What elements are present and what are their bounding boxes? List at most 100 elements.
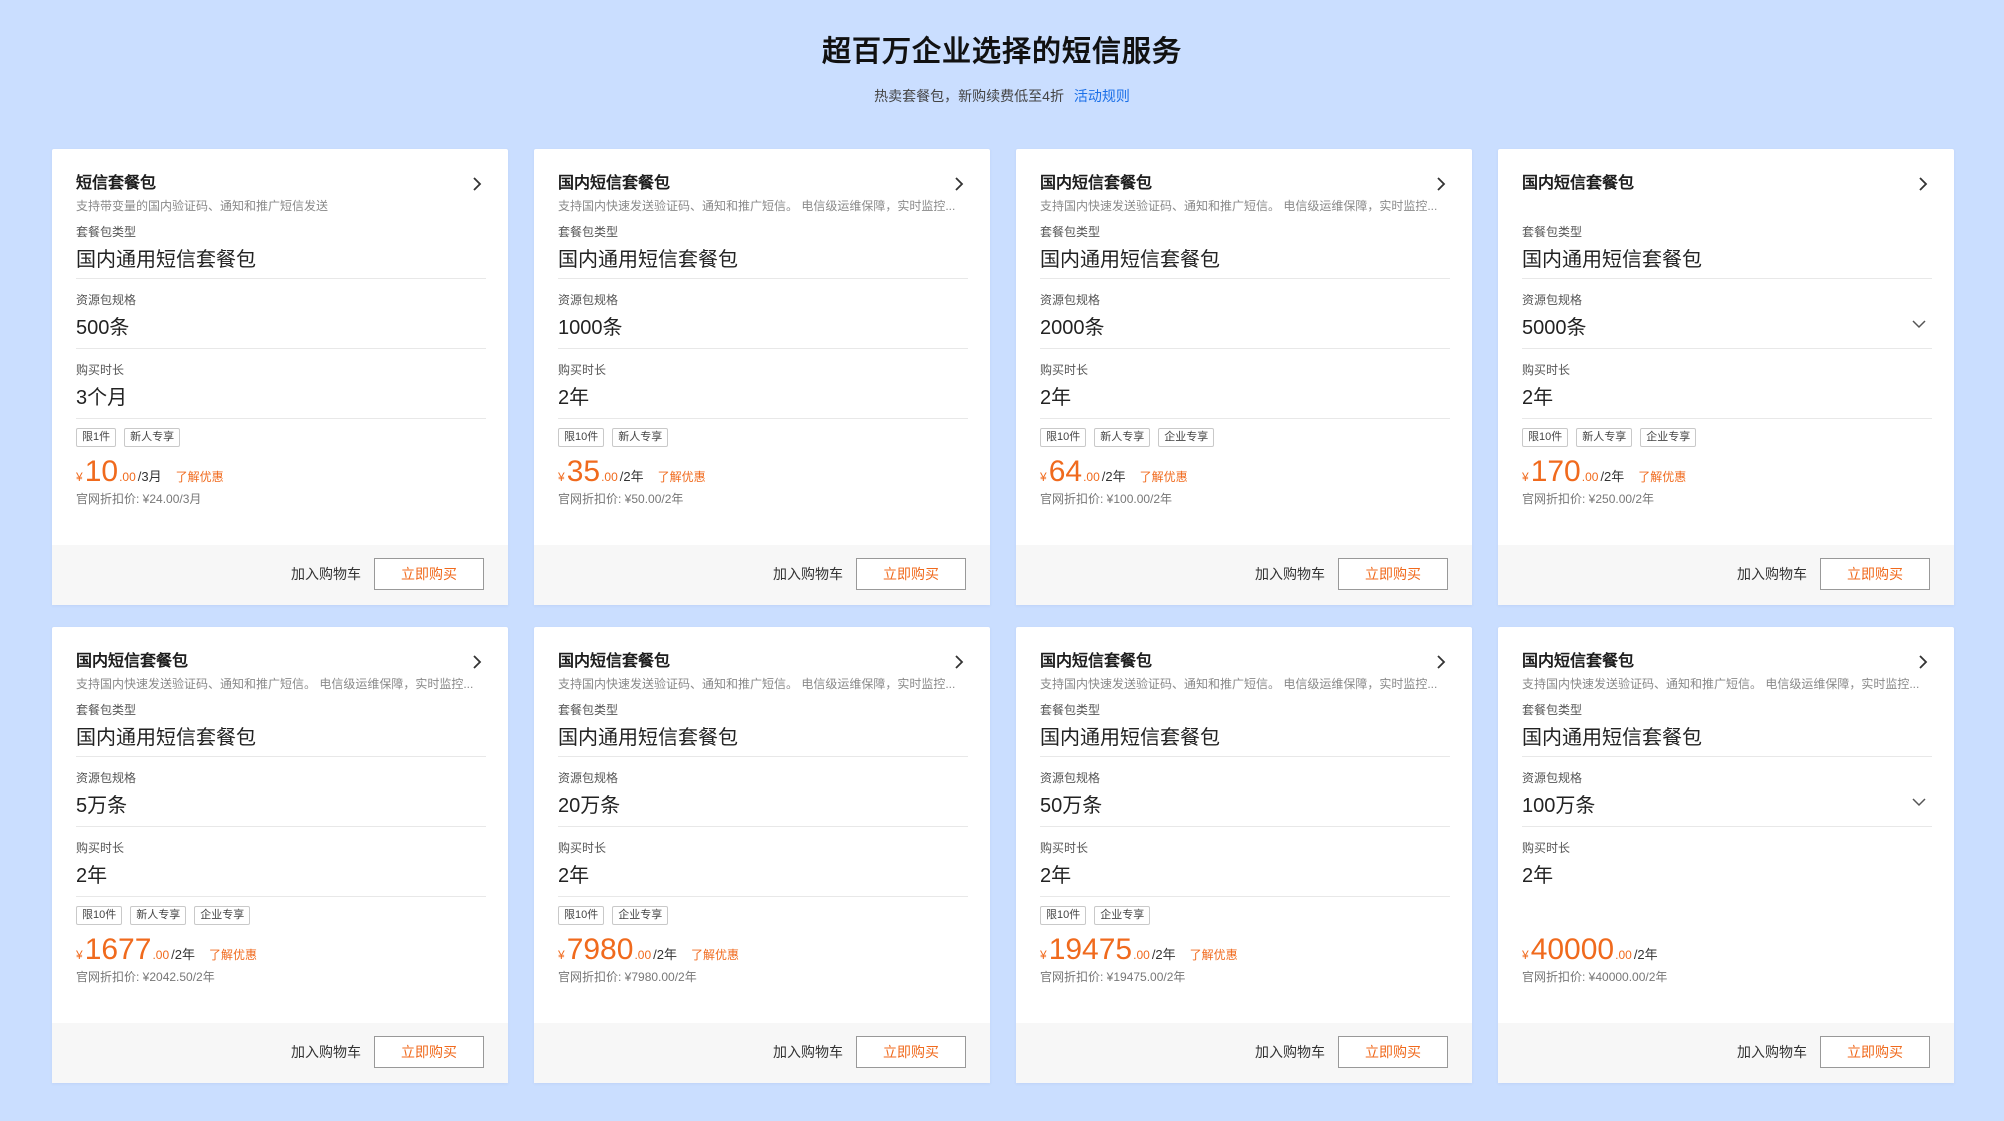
price-integer: 64 [1048,455,1083,488]
package-type-field: 套餐包类型 国内通用短信套餐包 [76,223,486,279]
package-card: 国内短信套餐包 套餐包类型 国内通用短信套餐包 资源包规格 5000条 购买时长 2年 限10… [1498,149,1954,605]
currency-symbol: ¥ [1040,470,1047,484]
chevron-right-icon[interactable] [1914,175,1932,193]
learn-discount-link[interactable]: 了解优惠 [1140,468,1188,485]
card-title: 国内短信套餐包 [1522,653,1635,670]
chevron-right-icon[interactable] [950,175,968,193]
card-footer: 加入购物车 立即购买 [52,1023,508,1083]
original-price: 官网折扣价: ¥40000.00/2年 [1522,970,1668,984]
add-to-cart-button[interactable]: 加入购物车 [1737,564,1807,584]
package-type-field: 套餐包类型 国内通用短信套餐包 [1040,223,1450,279]
duration-value: 2年 [1522,387,1554,409]
learn-discount-link[interactable]: 了解优惠 [1638,468,1686,485]
chevron-right-icon[interactable] [468,175,486,193]
spec-field[interactable]: 资源包规格 100万条 [1522,757,1932,827]
buy-now-button[interactable]: 立即购买 [856,1036,966,1068]
learn-discount-link[interactable]: 了解优惠 [209,946,257,963]
package-type-value: 国内通用短信套餐包 [1522,727,1702,749]
package-card: 国内短信套餐包 支持国内快速发送验证码、通知和推广短信。 电信级运维保障，实时监控… [534,149,990,605]
learn-discount-link[interactable]: 了解优惠 [691,946,739,963]
price: ¥7980.00/2年 了解优惠 [558,934,968,966]
card-footer: 加入购物车 立即购买 [1498,545,1954,605]
buy-now-button[interactable]: 立即购买 [1820,1036,1930,1068]
card-footer: 加入购物车 立即购买 [1016,1023,1472,1083]
buy-now-button[interactable]: 立即购买 [374,1036,484,1068]
buy-now-button[interactable]: 立即购买 [1820,558,1930,590]
add-to-cart-button[interactable]: 加入购物车 [1255,1042,1325,1062]
card-description: 支持国内快速发送验证码、通知和推广短信。 电信级运维保障，实时监控... [1040,677,1438,691]
spec-label: 资源包规格 [76,771,137,785]
chevron-down-icon[interactable] [1910,315,1928,333]
card-header[interactable]: 国内短信套餐包 [1522,651,1932,673]
price-integer: 10 [84,455,119,488]
duration-value: 2年 [1522,865,1554,887]
promo-tag: 新人专享 [1094,428,1151,447]
card-title: 国内短信套餐包 [76,653,189,670]
package-card: 国内短信套餐包 支持国内快速发送验证码、通知和推广短信。 电信级运维保障，实时监控… [52,627,508,1083]
price: ¥35.00/2年 了解优惠 [558,456,968,488]
learn-discount-link[interactable]: 了解优惠 [658,468,706,485]
card-header[interactable]: 国内短信套餐包 [558,651,968,673]
buy-now-button[interactable]: 立即购买 [374,558,484,590]
card-header[interactable]: 国内短信套餐包 [76,651,486,673]
card-title: 短信套餐包 [76,175,157,192]
chevron-down-icon[interactable] [1910,793,1928,811]
spec-value: 20万条 [558,795,621,817]
price-decimal: .00 [1581,470,1599,484]
currency-symbol: ¥ [558,948,565,962]
add-to-cart-button[interactable]: 加入购物车 [1255,564,1325,584]
buy-now-button[interactable]: 立即购买 [1338,558,1448,590]
spec-field[interactable]: 资源包规格 5000条 [1522,279,1932,349]
buy-now-button[interactable]: 立即购买 [1338,1036,1448,1068]
card-header[interactable]: 国内短信套餐包 [558,173,968,195]
currency-symbol: ¥ [76,948,83,962]
card-header[interactable]: 短信套餐包 [76,173,486,195]
spec-label: 资源包规格 [1040,771,1101,785]
spec-field: 资源包规格 500条 [76,279,486,349]
card-footer: 加入购物车 立即购买 [52,545,508,605]
activity-rules-link[interactable]: 活动规则 [1074,88,1130,104]
duration-label: 购买时长 [1522,363,1571,377]
chevron-right-icon[interactable] [1914,653,1932,671]
chevron-right-icon[interactable] [468,653,486,671]
spec-field: 资源包规格 5万条 [76,757,486,827]
price-unit: /2年 [1101,469,1126,484]
price: ¥64.00/2年 了解优惠 [1040,456,1450,488]
card-header[interactable]: 国内短信套餐包 [1522,173,1932,195]
chevron-right-icon[interactable] [1432,175,1450,193]
add-to-cart-button[interactable]: 加入购物车 [1737,1042,1807,1062]
chevron-right-icon[interactable] [950,653,968,671]
add-to-cart-button[interactable]: 加入购物车 [773,1042,843,1062]
learn-discount-link[interactable]: 了解优惠 [1190,946,1238,963]
duration-label: 购买时长 [76,841,125,855]
add-to-cart-button[interactable]: 加入购物车 [291,564,361,584]
duration-label: 购买时长 [558,363,607,377]
price-unit: /2年 [653,947,677,962]
package-type-field: 套餐包类型 国内通用短信套餐包 [1522,701,1932,757]
original-price: 官网折扣价: ¥24.00/3月 [76,492,202,506]
add-to-cart-button[interactable]: 加入购物车 [291,1042,361,1062]
card-description: 支持国内快速发送验证码、通知和推广短信。 电信级运维保障，实时监控... [1040,199,1438,213]
buy-now-button[interactable]: 立即购买 [856,558,966,590]
add-to-cart-button[interactable]: 加入购物车 [773,564,843,584]
original-price: 官网折扣价: ¥100.00/2年 [1040,492,1173,506]
original-price: 官网折扣价: ¥250.00/2年 [1522,492,1655,506]
promo-tag: 限10件 [76,906,123,925]
duration-value: 2年 [1040,865,1072,887]
promo-tag: 企业专享 [194,906,251,925]
spec-field: 资源包规格 1000条 [558,279,968,349]
learn-discount-link[interactable]: 了解优惠 [176,468,224,485]
card-title: 国内短信套餐包 [1040,175,1153,192]
package-type-label: 套餐包类型 [558,225,619,239]
card-header[interactable]: 国内短信套餐包 [1040,651,1450,673]
page-subtitle: 热卖套餐包，新购续费低至4折 活动规则 [0,86,2004,106]
duration-label: 购买时长 [1040,363,1089,377]
duration-field: 购买时长 2年 [1040,349,1450,419]
chevron-right-icon[interactable] [1432,653,1450,671]
price-unit: /2年 [1633,947,1658,962]
tag-list: 限10件 新人专享 企业专享 [76,906,486,926]
tag-list: 限10件 企业专享 [1040,906,1450,926]
card-header[interactable]: 国内短信套餐包 [1040,173,1450,195]
card-title: 国内短信套餐包 [558,653,671,670]
price-decimal: .00 [119,470,136,484]
